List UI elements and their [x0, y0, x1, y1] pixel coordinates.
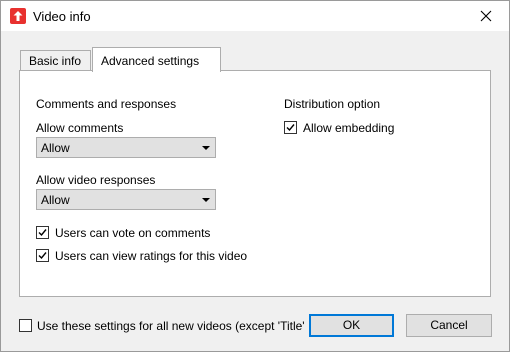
checkmark-icon	[38, 229, 47, 237]
close-icon	[480, 10, 492, 22]
ratings-label: Users can view ratings for this video	[55, 249, 248, 263]
vote-label: Users can vote on comments	[55, 226, 211, 240]
ratings-checkbox[interactable]	[36, 249, 49, 262]
allow-comments-select[interactable]: Allow	[36, 137, 216, 158]
embedding-label: Allow embedding	[303, 121, 395, 135]
use-settings-checkbox[interactable]	[19, 319, 32, 332]
close-button[interactable]	[463, 1, 509, 31]
comments-heading: Comments and responses	[36, 97, 177, 111]
video-info-dialog: Video info Basic info Advanced settings …	[0, 0, 510, 352]
allow-responses-label: Allow video responses	[36, 173, 156, 187]
title-bar: Video info	[1, 1, 509, 31]
distribution-heading: Distribution option	[284, 97, 381, 111]
vote-checkbox[interactable]	[36, 226, 49, 239]
checkmark-icon	[38, 252, 47, 260]
tab-advanced-settings[interactable]: Advanced settings	[92, 47, 221, 72]
tab-basic-info[interactable]: Basic info	[20, 50, 91, 71]
use-settings-label: Use these settings for all new videos (e…	[37, 319, 305, 333]
cancel-button[interactable]: Cancel	[406, 314, 492, 337]
checkmark-icon	[286, 124, 295, 132]
allow-comments-label: Allow comments	[36, 121, 124, 135]
window-title: Video info	[33, 9, 91, 24]
ok-button[interactable]: OK	[309, 314, 394, 337]
chevron-down-icon	[202, 146, 210, 150]
allow-responses-value: Allow	[41, 193, 70, 207]
embedding-checkbox[interactable]	[284, 121, 297, 134]
chevron-down-icon	[202, 198, 210, 202]
allow-comments-value: Allow	[41, 141, 70, 155]
app-upload-icon	[10, 8, 26, 24]
advanced-settings-panel: Comments and responses Allow comments Al…	[19, 70, 491, 297]
allow-responses-select[interactable]: Allow	[36, 189, 216, 210]
